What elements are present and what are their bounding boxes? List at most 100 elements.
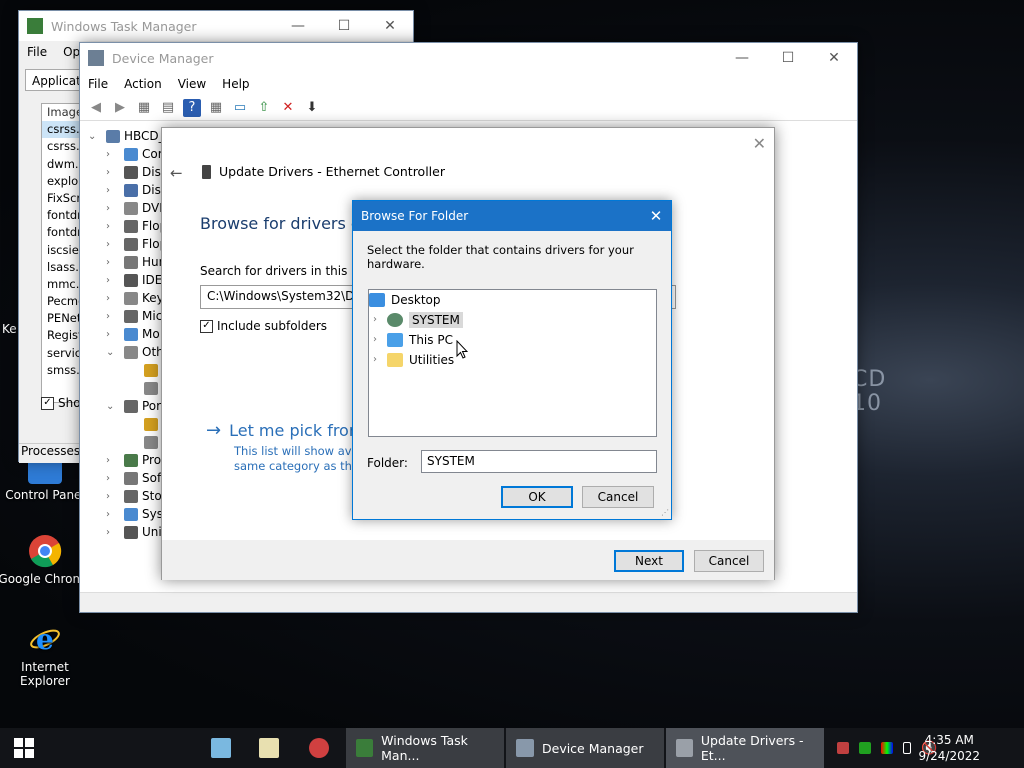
tree-item[interactable]: › Syst	[106, 505, 168, 523]
cancel-button[interactable]: Cancel	[694, 550, 764, 572]
tree-item-desktop[interactable]: Desktop	[369, 290, 441, 309]
tree-item[interactable]: › Flop	[106, 217, 167, 235]
tree-item[interactable]	[126, 433, 162, 451]
quicklaunch-notepad-icon[interactable]	[254, 728, 284, 768]
tree-item[interactable]: ⌄ Oth	[106, 343, 164, 361]
menu-file[interactable]: File	[19, 45, 55, 59]
folder-input[interactable]: SYSTEM	[421, 450, 657, 473]
update-driver-icon[interactable]: ⇧	[255, 99, 273, 117]
chevron-right-icon: ›	[106, 220, 110, 232]
device-icon	[124, 453, 138, 467]
taskbar-item-device-manager[interactable]: Device Manager	[506, 728, 664, 768]
tree-item[interactable]: › Disk	[106, 163, 168, 181]
device-manager-titlebar[interactable]: Device Manager — ☐ ✕	[80, 43, 857, 73]
tree-item-utilities[interactable]: › Utilities	[373, 350, 454, 369]
device-icon	[124, 471, 138, 485]
minimize-icon[interactable]: —	[275, 11, 321, 41]
chevron-down-icon: ⌄	[106, 400, 115, 412]
quicklaunch-explorer-icon[interactable]	[206, 728, 236, 768]
close-icon[interactable]: ✕	[811, 43, 857, 73]
tree-item[interactable]: › Mic	[106, 307, 162, 325]
tab-applications[interactable]: Application	[25, 69, 99, 91]
maximize-icon[interactable]: ☐	[321, 11, 367, 41]
taskbar-item-update-drivers[interactable]: Update Drivers - Et...	[666, 728, 824, 768]
resize-grip-icon[interactable]: ⋰	[661, 508, 669, 517]
tree-item[interactable]: › Disp	[106, 181, 168, 199]
help-icon[interactable]: ?	[183, 98, 201, 117]
start-button[interactable]	[0, 728, 48, 768]
folder-tree[interactable]: Desktop › SYSTEM › This PC › Utilities	[368, 289, 657, 437]
tree-item[interactable]: › Uni	[106, 523, 162, 541]
desktop-icon-internet-explorer[interactable]: e Internet Explorer	[0, 622, 93, 688]
device-icon	[124, 489, 138, 503]
properties-grid-icon[interactable]: ▦	[135, 99, 153, 117]
ok-button[interactable]: OK	[501, 486, 573, 508]
pick-from-list-link[interactable]: → Let me pick from	[206, 420, 364, 441]
view-grid-icon[interactable]: ▦	[207, 99, 225, 117]
tree-item[interactable]: › Mo	[106, 325, 160, 343]
chevron-right-icon: ›	[373, 314, 377, 325]
menu-help[interactable]: Help	[214, 77, 257, 91]
tree-item-label: Mic	[142, 309, 163, 323]
chevron-right-icon: ›	[106, 166, 110, 178]
tree-item[interactable]: › Key	[106, 289, 164, 307]
tree-item-system[interactable]: › SYSTEM	[373, 310, 463, 329]
tree-item-this-pc[interactable]: › This PC	[373, 330, 453, 349]
include-subfolders-checkbox[interactable]: ✓ Include subfolders	[200, 319, 327, 333]
green-status-icon[interactable]	[859, 742, 871, 754]
tree-item-label: Utilities	[409, 352, 455, 367]
device-manager-menubar: File Action View Help	[80, 73, 857, 95]
network-tool-icon[interactable]	[837, 742, 849, 754]
uninstall-x-icon[interactable]: ✕	[279, 99, 297, 117]
menu-action[interactable]: Action	[116, 77, 170, 91]
menu-file[interactable]: File	[80, 77, 116, 91]
forward-arrow-icon[interactable]: ▶	[111, 99, 129, 117]
task-manager-titlebar[interactable]: Windows Task Manager — ☐ ✕	[19, 11, 413, 41]
tree-item[interactable]: › Soft	[106, 469, 166, 487]
tree-item[interactable]: › DVD	[106, 199, 168, 217]
device-manager-app-icon	[88, 50, 104, 66]
chrome-icon	[28, 534, 62, 568]
tree-item[interactable]: › Cor	[106, 145, 163, 163]
tree-item[interactable]: › Flop	[106, 235, 167, 253]
desktop-icon-partial-label[interactable]: Ke	[2, 322, 17, 336]
usb-drive-icon[interactable]	[903, 742, 911, 754]
tree-item[interactable]: › IDE	[106, 271, 162, 289]
close-icon[interactable]: ✕	[367, 11, 413, 41]
device-icon	[124, 273, 138, 287]
tree-item[interactable]: ⌄ Por	[106, 397, 161, 415]
download-circle-icon[interactable]: ⬇	[303, 99, 321, 117]
tree-item[interactable]	[126, 415, 162, 433]
back-arrow-icon[interactable]: ◀	[87, 99, 105, 117]
tree-item[interactable]	[126, 379, 162, 397]
maximize-icon[interactable]: ☐	[765, 43, 811, 73]
tree-item-label: Uni	[142, 525, 162, 539]
color-app-icon[interactable]	[881, 742, 893, 754]
minimize-icon[interactable]: —	[719, 43, 765, 73]
chevron-right-icon: ›	[106, 526, 110, 538]
chevron-right-icon: ›	[106, 202, 110, 214]
device-icon	[144, 417, 158, 431]
close-icon[interactable]: ✕	[641, 207, 671, 225]
next-button[interactable]: Next	[614, 550, 684, 572]
quicklaunch-snipping-icon[interactable]	[304, 728, 334, 768]
system-clock[interactable]: 4:35 AM 9/24/2022	[918, 732, 980, 764]
dialog-titlebar[interactable]: Browse For Folder ✕	[353, 201, 671, 231]
back-arrow-icon[interactable]: ←	[170, 164, 183, 182]
tree-item-label: Pro	[142, 453, 162, 467]
taskbar-item-task-manager[interactable]: Windows Task Man...	[346, 728, 504, 768]
close-icon[interactable]: ✕	[753, 134, 766, 153]
menu-view[interactable]: View	[170, 77, 214, 91]
tree-item[interactable]	[126, 361, 162, 379]
tree-item[interactable]: › Pro	[106, 451, 161, 469]
chevron-right-icon: ›	[106, 310, 110, 322]
window-title: Windows Task Manager	[51, 18, 197, 34]
status-bar	[80, 592, 857, 612]
scan-hardware-icon[interactable]: ▭	[231, 99, 249, 117]
taskbar-item-label: Device Manager	[542, 740, 644, 756]
device-icon	[124, 291, 138, 305]
cancel-button[interactable]: Cancel	[582, 486, 654, 508]
properties-page-icon[interactable]: ▤	[159, 99, 177, 117]
tree-item[interactable]: › Stor	[106, 487, 167, 505]
device-manager-app-icon	[516, 739, 534, 757]
